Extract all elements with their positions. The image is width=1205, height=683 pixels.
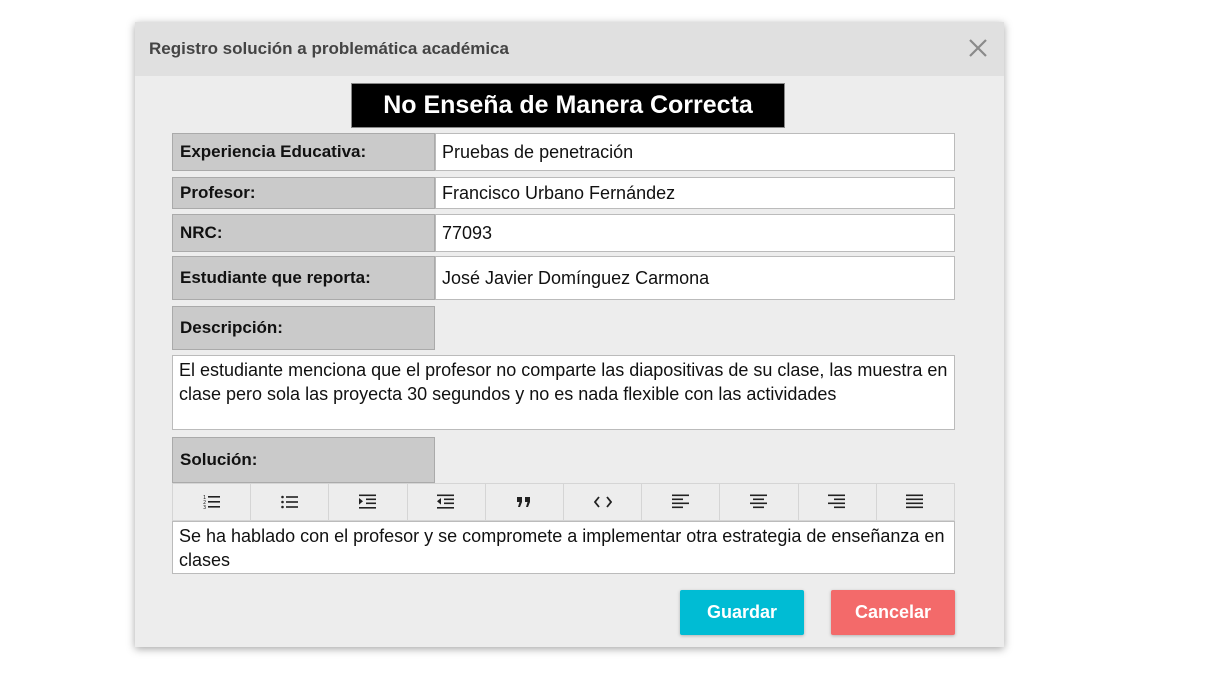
- align-justify-icon[interactable]: [877, 484, 954, 520]
- estudiante-label: Estudiante que reporta:: [172, 256, 435, 300]
- solucion-field[interactable]: Se ha hablado con el profesor y se compr…: [172, 521, 955, 574]
- profesor-label: Profesor:: [172, 177, 435, 209]
- solucion-label: Solución:: [172, 437, 435, 483]
- align-center-icon[interactable]: [720, 484, 799, 520]
- outdent-icon[interactable]: [408, 484, 486, 520]
- descripcion-label: Descripción:: [172, 306, 435, 350]
- nrc-field[interactable]: 77093: [435, 214, 955, 252]
- solution-dialog: Registro solución a problemática académi…: [135, 22, 1004, 647]
- svg-text:3: 3: [203, 505, 206, 510]
- experiencia-field[interactable]: Pruebas de penetración: [435, 133, 955, 171]
- ordered-list-icon[interactable]: 123: [173, 484, 252, 520]
- blockquote-icon[interactable]: [486, 484, 565, 520]
- code-icon[interactable]: [564, 484, 643, 520]
- indent-icon[interactable]: [329, 484, 408, 520]
- profesor-field[interactable]: Francisco Urbano Fernández: [435, 177, 955, 209]
- descripcion-field[interactable]: El estudiante menciona que el profesor n…: [172, 355, 955, 430]
- experiencia-label: Experiencia Educativa:: [172, 133, 435, 171]
- estudiante-field[interactable]: José Javier Domínguez Carmona: [435, 256, 955, 300]
- cancel-button[interactable]: Cancelar: [831, 590, 955, 635]
- nrc-label: NRC:: [172, 214, 435, 252]
- close-icon[interactable]: [966, 36, 990, 60]
- problem-banner: No Enseña de Manera Correcta: [351, 83, 785, 128]
- save-button[interactable]: Guardar: [680, 590, 804, 635]
- dialog-title: Registro solución a problemática académi…: [149, 39, 509, 58]
- align-left-icon[interactable]: [642, 484, 721, 520]
- bullet-list-icon[interactable]: [251, 484, 330, 520]
- editor-toolbar: 123: [172, 483, 955, 521]
- dialog-header: Registro solución a problemática académi…: [135, 22, 1004, 76]
- align-right-icon[interactable]: [799, 484, 877, 520]
